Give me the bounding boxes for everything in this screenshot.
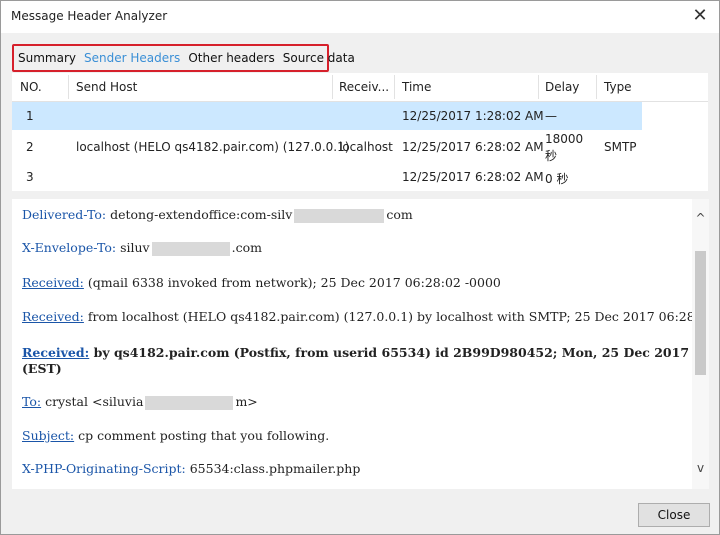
cell-time: 12/25/2017 6:28:02 AM — [402, 170, 544, 184]
received-line-1: Received: (qmail 6338 invoked from netwo… — [22, 275, 501, 290]
tab-other-headers[interactable]: Other headers — [188, 51, 274, 65]
column-divider[interactable] — [538, 75, 539, 99]
to-link[interactable]: To: — [22, 394, 41, 409]
details-scrollbar[interactable]: ^ v — [692, 199, 709, 489]
table-row[interactable]: 2 localhost (HELO qs4182.pair.com) (127.… — [12, 130, 642, 164]
column-header-type[interactable]: Type — [604, 80, 632, 94]
received-line-3-continued: (EST) — [22, 361, 62, 376]
subject-line: Subject: cp comment posting that you fol… — [22, 428, 329, 443]
to-line: To: crystal <siluvia m> — [22, 394, 258, 410]
cell-time: 12/25/2017 6:28:02 AM — [402, 140, 544, 154]
delivered-to-line: Delivered-To: detong-extendoffice:com-si… — [22, 207, 413, 223]
window-title: Message Header Analyzer — [11, 9, 168, 23]
chevron-up-icon[interactable]: ^ — [692, 211, 709, 227]
received-line-3: Received: by qs4182.pair.com (Postfix, f… — [22, 345, 692, 360]
title-bar: Message Header Analyzer ✕ — [1, 1, 719, 33]
cell-time: 12/25/2017 1:28:02 AM — [402, 109, 544, 123]
column-header-send-host[interactable]: Send Host — [76, 80, 137, 94]
php-script-value: 65534:class.phpmailer.php — [185, 461, 361, 476]
received-value-continued: (EST) — [22, 361, 62, 376]
table-row[interactable]: 1 12/25/2017 1:28:02 AM — — [12, 102, 642, 130]
cell-no: 2 — [26, 140, 34, 154]
tab-sender-headers[interactable]: Sender Headers — [84, 51, 180, 65]
redacted-block — [145, 395, 234, 410]
close-icon[interactable]: ✕ — [689, 5, 711, 27]
cell-no: 1 — [26, 109, 34, 123]
cell-no: 3 — [26, 170, 34, 184]
chevron-down-icon[interactable]: v — [692, 461, 709, 477]
envelope-to-label: X-Envelope-To: — [22, 240, 117, 255]
column-header-no[interactable]: NO. — [20, 80, 42, 94]
close-button[interactable]: Close — [638, 503, 710, 527]
column-divider[interactable] — [68, 75, 69, 99]
php-script-line: X-PHP-Originating-Script: 65534:class.ph… — [22, 461, 360, 476]
sender-hops-table: NO. Send Host Receiv... Time Delay Type … — [12, 73, 708, 191]
cell-received: localhost — [339, 140, 393, 154]
delivered-to-label: Delivered-To: — [22, 207, 107, 222]
received-link[interactable]: Received: — [22, 345, 89, 360]
tab-summary[interactable]: Summary — [18, 51, 76, 65]
to-value-end: m> — [235, 394, 258, 409]
to-value: crystal <siluvia — [41, 394, 144, 409]
tab-strip: Summary Sender Headers Other headers Sou… — [12, 44, 355, 72]
cell-send-host: localhost (HELO qs4182.pair.com) (127.0.… — [76, 140, 350, 154]
cell-type: SMTP — [604, 140, 637, 154]
envelope-to-value-end: .com — [231, 240, 262, 255]
subject-value: cp comment posting that you following. — [74, 428, 330, 443]
table-header: NO. Send Host Receiv... Time Delay Type — [12, 73, 708, 102]
cell-delay-value: 18000 — [545, 132, 584, 146]
received-value: by qs4182.pair.com (Postfix, from userid… — [93, 345, 692, 360]
envelope-to-value: siluv — [116, 240, 150, 255]
table-row[interactable]: 3 12/25/2017 6:28:02 AM 0 秒 — [12, 164, 642, 192]
column-header-received[interactable]: Receiv... — [339, 80, 389, 94]
tab-source-data[interactable]: Source data — [283, 51, 355, 65]
column-divider[interactable] — [596, 75, 597, 99]
column-header-time[interactable]: Time — [402, 80, 431, 94]
received-value: from localhost (HELO qs4182.pair.com) (1… — [83, 309, 692, 324]
received-link[interactable]: Received: — [22, 275, 84, 290]
cell-delay: 0 秒 — [545, 172, 569, 186]
php-script-label: X-PHP-Originating-Script: — [22, 461, 186, 476]
header-details-pane[interactable]: Delivered-To: detong-extendoffice:com-si… — [12, 199, 692, 489]
column-divider[interactable] — [332, 75, 333, 99]
envelope-to-line: X-Envelope-To: siluv .com — [22, 240, 262, 256]
delivered-to-value: detong-extendoffice:com-silv — [106, 207, 293, 222]
received-value: (qmail 6338 invoked from network); 25 De… — [83, 275, 501, 290]
cell-delay: — — [545, 109, 557, 123]
column-header-delay[interactable]: Delay — [545, 80, 579, 94]
subject-link[interactable]: Subject: — [22, 428, 74, 443]
received-line-2: Received: from localhost (HELO qs4182.pa… — [22, 309, 692, 324]
redacted-block — [151, 241, 230, 256]
received-link[interactable]: Received: — [22, 309, 84, 324]
cell-delay-unit: 秒 — [545, 149, 558, 163]
redacted-block — [294, 208, 385, 223]
scrollbar-thumb[interactable] — [695, 251, 706, 375]
column-divider[interactable] — [394, 75, 395, 99]
message-header-analyzer-window: Message Header Analyzer ✕ Summary Sender… — [0, 0, 720, 535]
delivered-to-value-end: com — [386, 207, 413, 222]
